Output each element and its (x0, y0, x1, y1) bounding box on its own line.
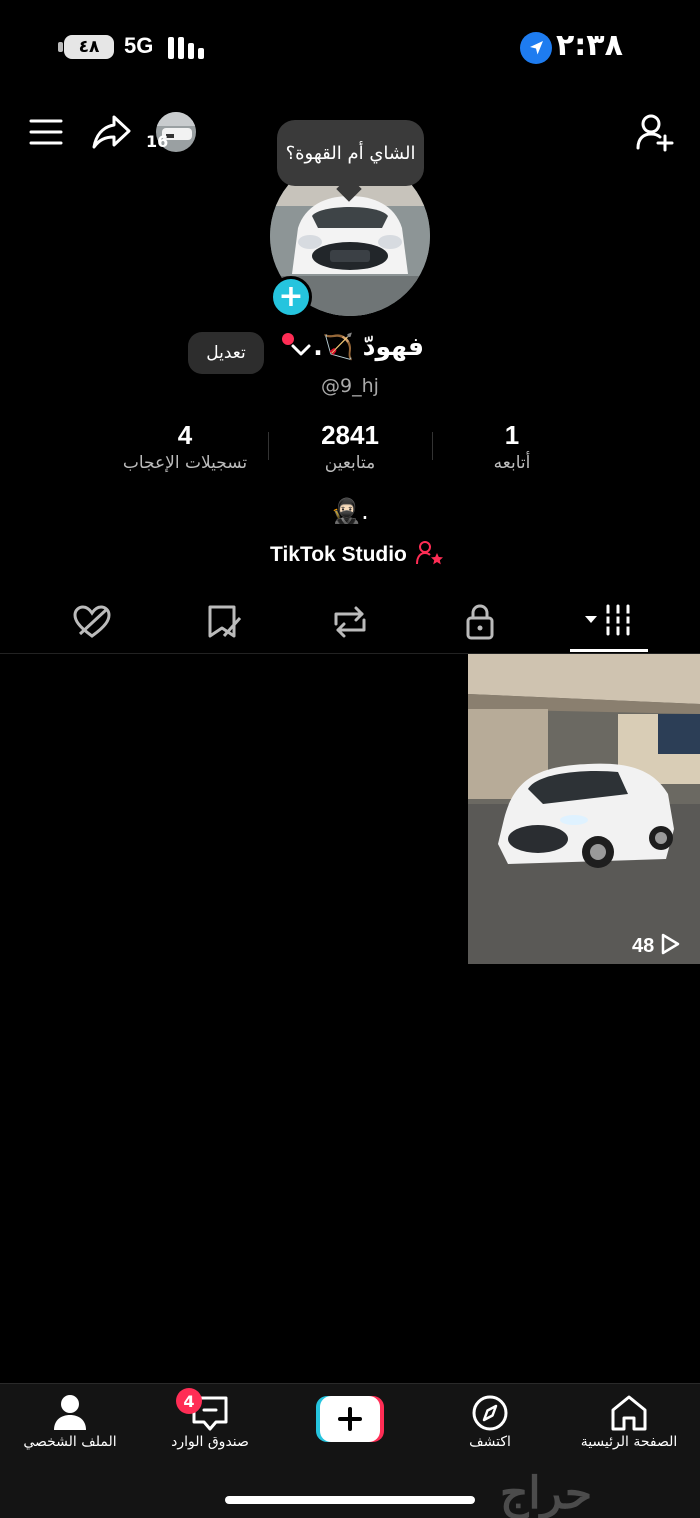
heart-hidden-icon (68, 605, 116, 646)
create-button[interactable] (316, 1396, 384, 1442)
stat-followers[interactable]: 2841 متابعين (265, 420, 435, 473)
add-story-plus-icon[interactable]: + (270, 276, 312, 318)
play-icon (660, 933, 680, 959)
edit-profile-button[interactable]: تعديل (188, 332, 264, 374)
profile-handle: @9_hj (321, 375, 379, 397)
profile-bio: 🥷🏻. (331, 497, 369, 525)
repost-icon (326, 606, 374, 646)
location-icon (520, 32, 552, 64)
liked-tab[interactable] (68, 602, 116, 642)
nav-inbox-label: صندوق الوارد (171, 1434, 249, 1450)
menu-icon[interactable] (28, 118, 64, 146)
nav-home-label: الصفحة الرئيسية (580, 1434, 678, 1450)
battery-cap (58, 42, 63, 52)
stat-likes-value: 4 (177, 420, 193, 450)
stat-likes[interactable]: 4 تسجيلات الإعجاب (100, 420, 270, 473)
reposts-tab[interactable] (326, 602, 374, 642)
add-friend-icon[interactable] (634, 112, 676, 152)
signal-icon (168, 35, 208, 59)
nav-home[interactable]: الصفحة الرئيسية (564, 1392, 694, 1450)
nav-profile-label: الملف الشخصي (23, 1434, 117, 1450)
share-icon[interactable] (90, 112, 132, 152)
network-type: 5G (124, 33, 154, 58)
tiktok-studio-link[interactable]: TikTok Studio (270, 540, 460, 570)
compass-icon (468, 1392, 512, 1434)
chevron-down-icon[interactable] (290, 342, 312, 358)
video-views-count: 48 (632, 934, 655, 957)
nav-explore-label: اكتشف (469, 1434, 511, 1450)
tiktok-studio-label: TikTok Studio (270, 543, 407, 566)
nav-profile[interactable]: الملف الشخصي (5, 1392, 135, 1450)
videos-tab[interactable] (584, 602, 640, 642)
battery-indicator: ٤٨ (64, 35, 114, 59)
profile-name: فهودّ 🏹. (313, 332, 424, 361)
favorites-tab[interactable] (200, 602, 248, 642)
nav-inbox[interactable]: صندوق الوارد (145, 1392, 275, 1450)
video-thumbnail[interactable] (468, 654, 700, 964)
active-tab-indicator (570, 649, 648, 652)
stat-following-value: 1 (504, 420, 520, 450)
stat-followers-label: متابعين (324, 453, 376, 473)
home-icon (607, 1392, 651, 1434)
profile-note-bubble[interactable]: الشاي أم القهوة؟ (277, 120, 424, 186)
stat-following-label: أتابعه (493, 453, 531, 473)
status-time: ٢:٣٨ (556, 28, 623, 63)
video-views: 48 (632, 932, 694, 960)
profile-icon (48, 1392, 92, 1434)
story-count: 16 (146, 132, 169, 151)
inbox-badge: 4 (176, 1388, 202, 1414)
stat-followers-value: 2841 (321, 420, 379, 450)
stat-following[interactable]: 1 أتابعه (427, 420, 597, 473)
haraj-watermark: حراج (500, 1468, 593, 1518)
private-tab[interactable] (456, 602, 504, 642)
bookmark-hidden-icon (200, 605, 248, 646)
grid-dropdown-icon (584, 604, 640, 646)
nav-explore[interactable]: اكتشف (425, 1392, 555, 1450)
stat-likes-label: تسجيلات الإعجاب (122, 453, 248, 473)
lock-icon (456, 604, 504, 646)
creator-star-icon (415, 540, 445, 570)
home-indicator (225, 1496, 475, 1504)
